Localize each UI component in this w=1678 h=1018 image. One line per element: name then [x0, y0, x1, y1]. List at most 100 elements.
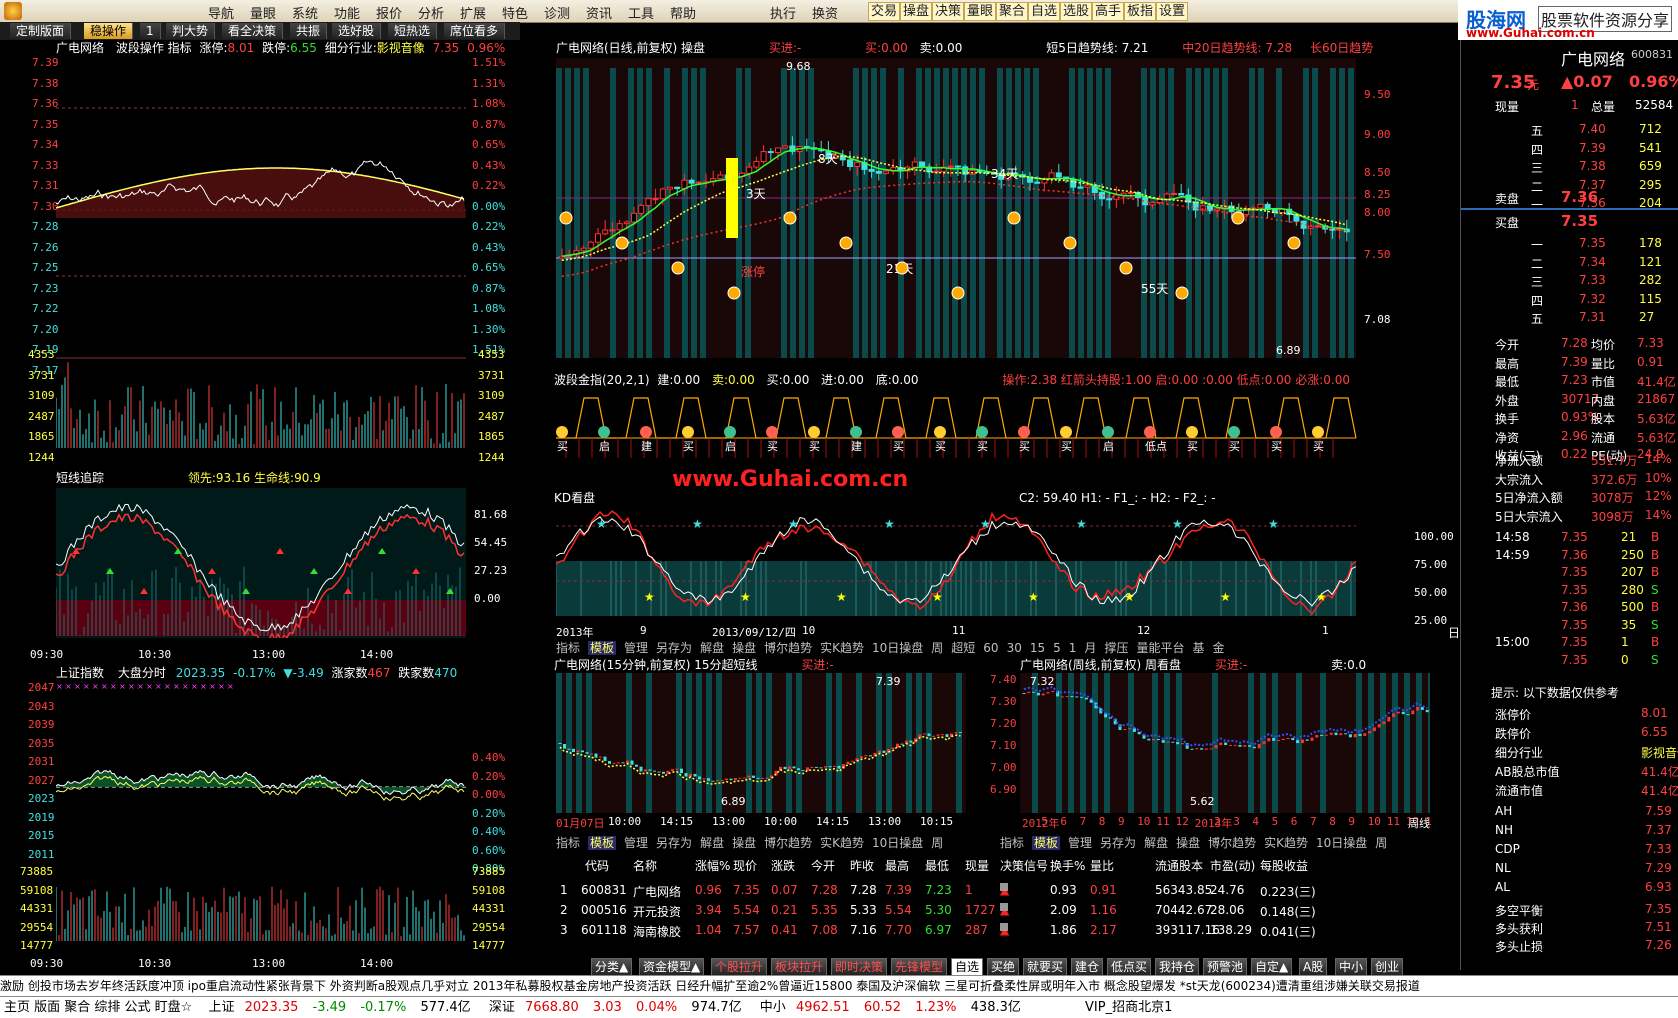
chart-tool-item[interactable]: 解盘: [700, 836, 724, 850]
chart-tool-item[interactable]: 管理: [624, 641, 648, 655]
tab-hot-pick[interactable]: 短热选: [388, 23, 438, 39]
toolbar-button[interactable]: 高手: [1092, 2, 1125, 21]
tab-1[interactable]: 1: [140, 23, 161, 39]
bottom-tab[interactable]: 我持仓: [1155, 958, 1200, 976]
menu-item[interactable]: 诊测: [544, 3, 570, 22]
column-header[interactable]: 代码: [585, 857, 609, 874]
column-header[interactable]: 涨幅%: [695, 857, 730, 874]
menu-item[interactable]: 功能: [334, 3, 360, 22]
chart-tool-item[interactable]: 指标: [556, 836, 580, 850]
menu-item[interactable]: 特色: [502, 3, 528, 22]
menu-item[interactable]: 帮助: [670, 3, 696, 22]
chart-tool-item[interactable]: 周: [1375, 836, 1387, 850]
tab-decision[interactable]: 看全决策: [222, 23, 284, 39]
chart-tool-item[interactable]: 模板: [588, 836, 617, 850]
chart-tool-item[interactable]: 解盘: [700, 641, 724, 655]
menu-tool-item[interactable]: 换资: [812, 3, 838, 22]
chart-tool-item[interactable]: 30: [1007, 641, 1022, 655]
chart-tool-item[interactable]: 10日操盘: [872, 836, 923, 850]
chart-tool-item[interactable]: 10日操盘: [872, 641, 923, 655]
bottom-tab[interactable]: 个股拉升: [711, 958, 768, 976]
tab-stable-op[interactable]: 稳操作: [84, 23, 134, 39]
short-trend-panel[interactable]: 短线追踪 领先:93.16 生命线:90.9 81.68 54.45 27.23 0.…: [0, 470, 520, 665]
menu-item[interactable]: 导航: [208, 3, 234, 22]
chart-tool-item[interactable]: 另存为: [656, 836, 692, 850]
menu-item[interactable]: 量眼: [250, 3, 276, 22]
menu-item[interactable]: 工具: [628, 3, 654, 22]
bottom-tab[interactable]: 资金模型▲: [639, 958, 705, 976]
chart-tool-item[interactable]: 金: [1212, 641, 1224, 655]
bottom-tab[interactable]: 预警池: [1203, 958, 1248, 976]
column-header[interactable]: 涨跌: [771, 857, 795, 874]
column-header[interactable]: 名称: [633, 857, 657, 874]
chart-tool-item[interactable]: 另存为: [1100, 836, 1136, 850]
toolbar-button[interactable]: 交易: [868, 2, 901, 21]
menu-item[interactable]: 报价: [376, 3, 402, 22]
toolbar-button[interactable]: 选股: [1060, 2, 1093, 21]
index-panel[interactable]: 上证指数 大盘分时 2023.35 -0.17% ▼-3.49 涨家数467 跌…: [0, 665, 520, 975]
tab-pick-stock[interactable]: 选好股: [332, 23, 382, 39]
toolbar-button[interactable]: 设置: [1156, 2, 1189, 21]
chart-tool-item[interactable]: 另存为: [656, 641, 692, 655]
column-header[interactable]: 决策信号: [1000, 857, 1048, 874]
chart-tool-item[interactable]: 实K趋势: [1264, 836, 1308, 850]
chart-tool-item[interactable]: 模板: [588, 641, 617, 655]
chart-tool-item[interactable]: 周: [931, 836, 943, 850]
toolbar-button[interactable]: 量眼: [964, 2, 997, 21]
bottom-tab[interactable]: 自选: [951, 958, 984, 976]
chart-tool-item[interactable]: 博尔趋势: [764, 641, 812, 655]
tab-resonance[interactable]: 共振: [290, 23, 328, 39]
toolbar-button[interactable]: 操盘: [900, 2, 933, 21]
column-header[interactable]: 昨收: [850, 857, 874, 874]
chart-tool-item[interactable]: 月: [1084, 641, 1096, 655]
chart-tool-item[interactable]: 操盘: [1176, 836, 1200, 850]
bottom-tab[interactable]: A股: [1299, 958, 1328, 976]
chart-tool-item[interactable]: 博尔趋势: [764, 836, 812, 850]
column-header[interactable]: 现量: [965, 857, 989, 874]
chart-tool-item[interactable]: 博尔趋势: [1208, 836, 1256, 850]
menu-item[interactable]: 系统: [292, 3, 318, 22]
chart-tool-item[interactable]: 指标: [556, 641, 580, 655]
chart-tool-item[interactable]: 实K趋势: [820, 836, 864, 850]
news-ticker[interactable]: 激励 创投市场去岁年终活跃度冲顶 ipo重启流动性紧张背景下 外资判断a股观点几…: [0, 975, 1678, 996]
bottom-tab[interactable]: 低点买: [1107, 958, 1152, 976]
column-header[interactable]: 今开: [811, 857, 835, 874]
chart-tool-item[interactable]: 基: [1192, 641, 1204, 655]
table-row[interactable]: 1 600831 广电网络 0.96 7.35 0.07 7.28 7.28 7.39 7.23 1…: [555, 883, 1485, 901]
chart-tool-item[interactable]: 1: [1069, 641, 1077, 655]
bottom-tab[interactable]: 建仓: [1071, 958, 1104, 976]
chart-tool-item[interactable]: 10日操盘: [1316, 836, 1367, 850]
chart-tool-item[interactable]: 60: [983, 641, 998, 655]
bottom-tab[interactable]: 就要买: [1023, 958, 1068, 976]
column-header[interactable]: 每股收益: [1260, 857, 1308, 874]
status-home-links[interactable]: 主页 版面 聚合 综排 公式 盯盘☆: [4, 1000, 192, 1015]
daily-kline-panel[interactable]: 广电网络(日线,前复权) 操盘 买进:- 买:0.00 卖:0.00 短5日趋势…: [552, 40, 1460, 360]
menu-item[interactable]: 资讯: [586, 3, 612, 22]
chart-tool-item[interactable]: 操盘: [732, 836, 756, 850]
column-header[interactable]: 市盈(动): [1210, 857, 1255, 874]
toolbar-button[interactable]: 决策: [932, 2, 965, 21]
m15-panel[interactable]: 广电网络(15分钟,前复权) 15分超短线 买进:- 7.39 6.89 01月0…: [552, 657, 972, 829]
tab-custom-layout[interactable]: 定制版面: [10, 23, 72, 39]
bottom-tab[interactable]: 创业: [1371, 958, 1404, 976]
weekly-panel[interactable]: 广电网络(周线,前复权) 周看盘 买进:- 卖:0.0 7.40 7.30 7.20…: [990, 657, 1460, 829]
column-header[interactable]: 量比: [1090, 857, 1114, 874]
bottom-tab[interactable]: 板块拉升: [771, 958, 828, 976]
bottom-tab[interactable]: 先锋模型: [891, 958, 948, 976]
bottom-tab[interactable]: 分类▲: [591, 958, 633, 976]
chart-tool-item[interactable]: 量能平台: [1136, 641, 1184, 655]
menu-item[interactable]: 分析: [418, 3, 444, 22]
column-header[interactable]: 流通股本: [1155, 857, 1203, 874]
chart-tool-item[interactable]: 超短: [951, 641, 975, 655]
bottom-tab[interactable]: 即时决策: [831, 958, 888, 976]
toolbar-button[interactable]: 板指: [1124, 2, 1157, 21]
chart-tool-item[interactable]: 管理: [1068, 836, 1092, 850]
chart-tool-item[interactable]: 周: [931, 641, 943, 655]
bottom-tab[interactable]: 中小: [1335, 958, 1368, 976]
column-header[interactable]: 最高: [885, 857, 909, 874]
table-row[interactable]: 3 601118 海南橡胶 1.04 7.57 0.41 7.08 7.16 7.70 6.97 2…: [555, 923, 1485, 941]
chart-tool-item[interactable]: 撑压: [1104, 641, 1128, 655]
bottom-tab[interactable]: 自定▲: [1251, 958, 1293, 976]
tab-trend[interactable]: 判大势: [166, 23, 216, 39]
chart-tool-item[interactable]: 5: [1053, 641, 1061, 655]
